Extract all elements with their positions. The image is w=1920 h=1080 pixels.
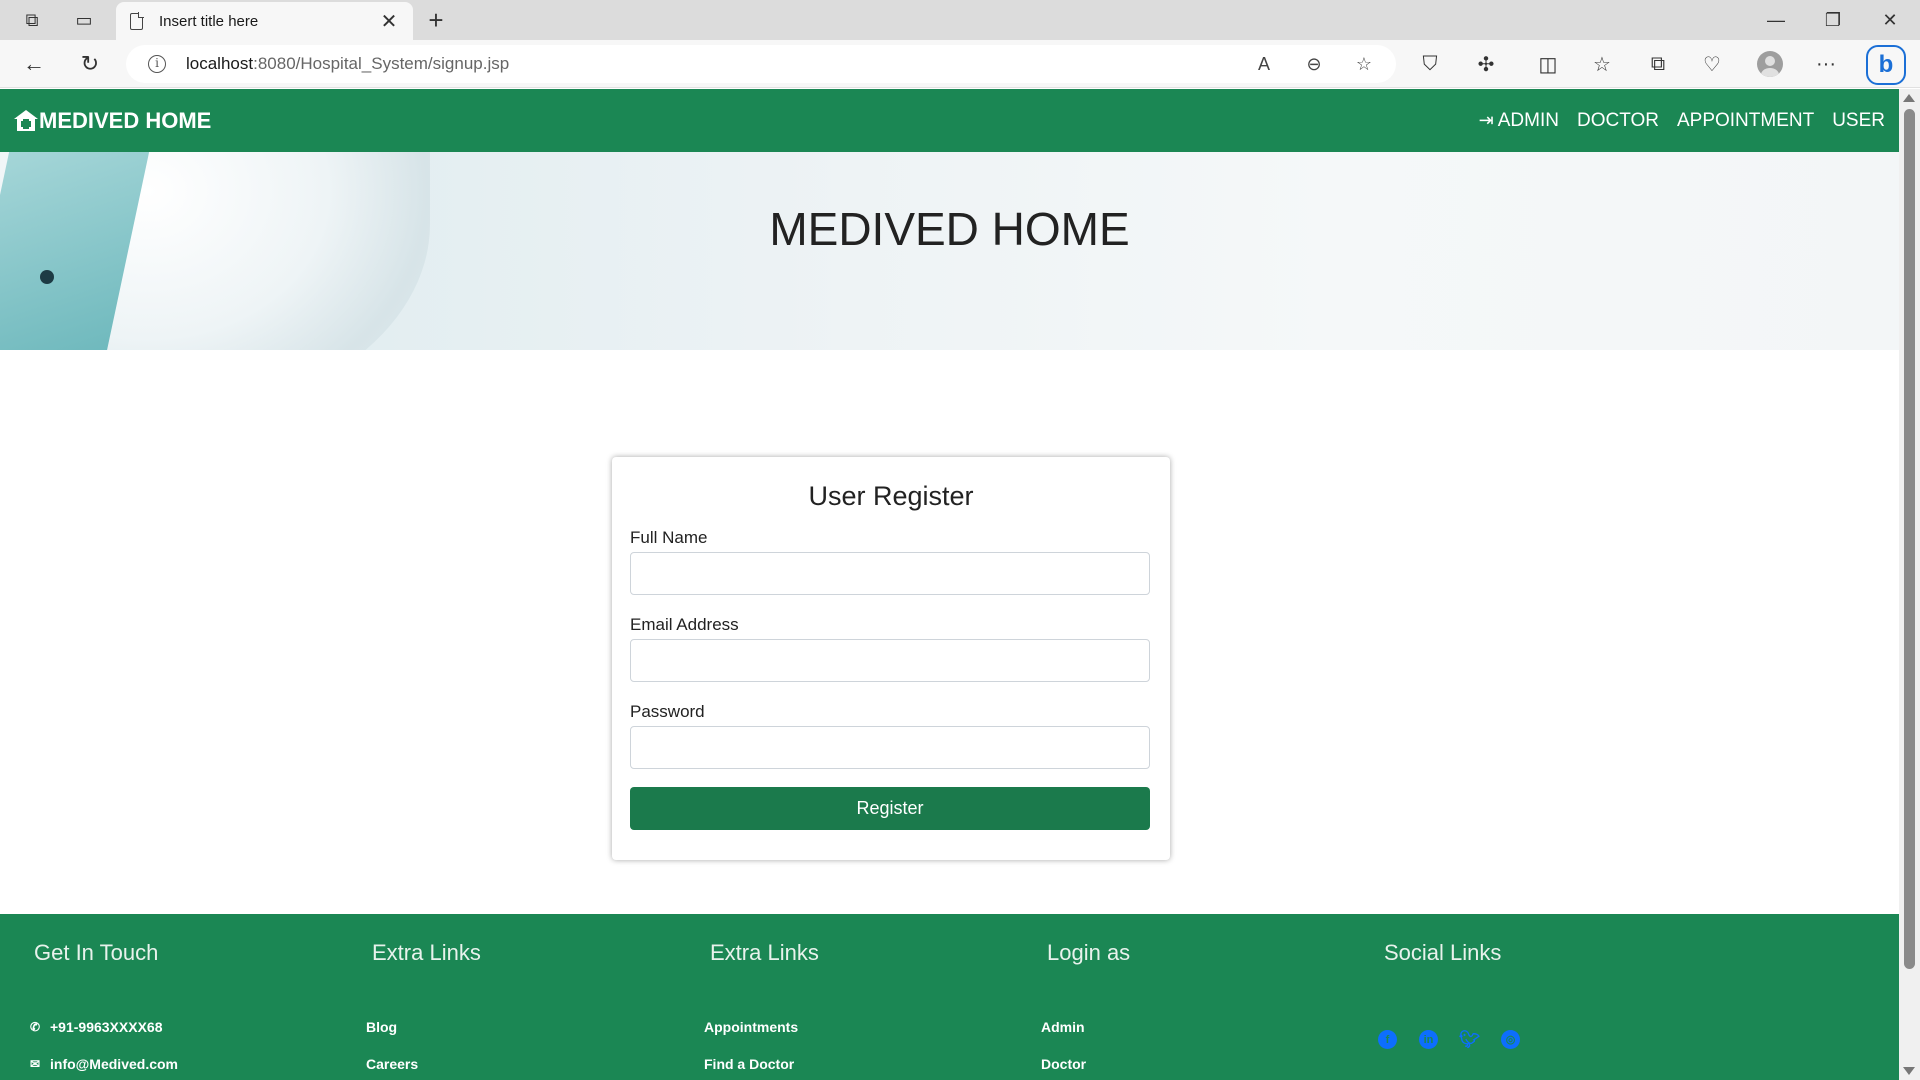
register-button[interactable]: Register bbox=[630, 787, 1150, 830]
restore-button[interactable]: ❐ bbox=[1805, 0, 1861, 40]
extensions-icon[interactable]: ✣ bbox=[1466, 48, 1506, 80]
nav-doctor-link[interactable]: DOCTOR bbox=[1577, 110, 1659, 132]
info-icon[interactable]: i bbox=[148, 55, 166, 73]
browser-tab-bar: ⧉ ▭ Insert title here ✕ + — ❐ ✕ bbox=[0, 0, 1920, 40]
page-icon bbox=[130, 11, 144, 30]
nav-appointment-link[interactable]: APPOINTMENT bbox=[1677, 110, 1814, 132]
more-menu-icon[interactable]: ··· bbox=[1806, 48, 1846, 80]
sign-in-icon: ⇥ bbox=[1478, 110, 1494, 130]
bing-copilot-icon[interactable]: b bbox=[1866, 45, 1906, 85]
footer-heading-extra-links-1: Extra Links bbox=[372, 940, 481, 965]
page-scrollbar[interactable] bbox=[1899, 89, 1920, 1080]
footer-get-in-touch: Get In Touch ✆ +91-9963XXXX68 ✉ info@Med… bbox=[28, 914, 328, 1080]
nav-admin-label: ADMIN bbox=[1497, 109, 1559, 131]
phone-icon: ✆ bbox=[29, 1019, 41, 1034]
full-name-input[interactable] bbox=[630, 552, 1150, 595]
footer-link-careers[interactable]: Careers bbox=[366, 1045, 666, 1080]
nav-user-link[interactable]: USER bbox=[1832, 110, 1885, 132]
browser-toolbar: ← ↻ i localhost:8080/Hospital_System/sig… bbox=[0, 40, 1920, 88]
site-navbar: MEDIVED HOME ⇥ ADMIN DOCTOR APPOINTMENT … bbox=[0, 89, 1899, 152]
globe-icon[interactable]: ◎ bbox=[1501, 1030, 1520, 1049]
footer-link-appointments[interactable]: Appointments bbox=[704, 1008, 1004, 1045]
register-title: User Register bbox=[808, 481, 974, 511]
footer-link-doctor[interactable]: Doctor bbox=[1041, 1045, 1341, 1080]
footer-email-text: info@Medived.com bbox=[50, 1055, 178, 1072]
footer-extra-links-1: Extra Links Blog Careers bbox=[366, 914, 666, 1080]
back-button[interactable]: ← bbox=[16, 48, 52, 80]
hero-title: MEDIVED HOME bbox=[769, 203, 1130, 255]
footer-social-links: Social Links f in 🐦︎ ◎ bbox=[1378, 914, 1678, 1049]
footer-login-as: Login as Admin Doctor bbox=[1041, 914, 1341, 1080]
favorites-icon[interactable]: ☆ bbox=[1582, 48, 1622, 80]
footer-heading-extra-links-2: Extra Links bbox=[710, 940, 819, 965]
password-label: Password bbox=[630, 702, 705, 721]
email-label: Email Address bbox=[630, 615, 739, 634]
footer-heading-login-as: Login as bbox=[1047, 940, 1131, 965]
scroll-up-arrow[interactable] bbox=[1903, 94, 1915, 102]
split-screen-icon[interactable]: ◫ bbox=[1528, 48, 1568, 80]
brand-text: MEDIVED HOME bbox=[39, 107, 212, 133]
refresh-button[interactable]: ↻ bbox=[72, 48, 108, 80]
page-viewport: MEDIVED HOME ⇥ ADMIN DOCTOR APPOINTMENT … bbox=[0, 89, 1899, 1080]
favorite-star-icon[interactable]: ☆ bbox=[1350, 52, 1378, 76]
url-path: :8080/Hospital_System/signup.jsp bbox=[253, 54, 510, 73]
new-tab-button[interactable]: + bbox=[420, 4, 452, 36]
facebook-icon[interactable]: f bbox=[1378, 1030, 1397, 1049]
password-input[interactable] bbox=[630, 726, 1150, 769]
footer-extra-links-2: Extra Links Appointments Find a Doctor bbox=[704, 914, 1004, 1080]
tab-title: Insert title here bbox=[159, 12, 259, 30]
close-window-button[interactable]: ✕ bbox=[1862, 0, 1918, 40]
register-card: User Register Full Name Email Address Pa… bbox=[612, 457, 1170, 860]
twitter-icon[interactable]: 🐦︎ bbox=[1459, 1030, 1481, 1049]
footer-heading-social: Social Links bbox=[1384, 940, 1502, 965]
performance-icon[interactable]: ♡ bbox=[1692, 48, 1732, 80]
footer-link-find-doctor[interactable]: Find a Doctor bbox=[704, 1045, 1004, 1080]
avatar-icon bbox=[1757, 51, 1783, 77]
address-bar[interactable]: i localhost:8080/Hospital_System/signup.… bbox=[126, 45, 1396, 83]
full-name-label: Full Name bbox=[630, 528, 708, 547]
brand-link[interactable]: MEDIVED HOME bbox=[14, 108, 211, 134]
minimize-button[interactable]: — bbox=[1748, 0, 1804, 40]
email-group: Email Address bbox=[630, 615, 1152, 682]
password-group: Password bbox=[630, 702, 1152, 769]
tab-actions-icon[interactable]: ▭ bbox=[64, 4, 104, 36]
workspaces-icon[interactable]: ⧉ bbox=[12, 4, 52, 36]
hero-banner: MEDIVED HOME bbox=[0, 152, 1899, 350]
footer-phone-text: +91-9963XXXX68 bbox=[50, 1018, 163, 1035]
url-host: localhost bbox=[186, 54, 254, 73]
shield-icon[interactable]: ⛉ bbox=[1410, 48, 1450, 80]
profile-button[interactable] bbox=[1750, 48, 1790, 80]
nav-links: ⇥ ADMIN DOCTOR APPOINTMENT USER bbox=[1479, 110, 1885, 132]
close-tab-icon[interactable]: ✕ bbox=[379, 9, 399, 34]
footer-heading-get-in-touch: Get In Touch bbox=[34, 940, 159, 965]
footer-phone[interactable]: ✆ +91-9963XXXX68 bbox=[28, 1008, 328, 1045]
footer-link-admin[interactable]: Admin bbox=[1041, 1008, 1341, 1045]
collections-icon[interactable]: ⧉ bbox=[1638, 48, 1678, 80]
hospital-icon bbox=[14, 109, 38, 132]
scroll-down-arrow[interactable] bbox=[1903, 1067, 1915, 1075]
footer-email[interactable]: ✉ info@Medived.com bbox=[28, 1045, 328, 1080]
site-footer: Get In Touch ✆ +91-9963XXXX68 ✉ info@Med… bbox=[0, 914, 1899, 1080]
linkedin-icon[interactable]: in bbox=[1419, 1030, 1438, 1049]
scrollbar-thumb[interactable] bbox=[1904, 109, 1915, 969]
nav-admin-link[interactable]: ⇥ ADMIN bbox=[1479, 110, 1559, 132]
full-name-group: Full Name bbox=[630, 528, 1152, 595]
browser-tab[interactable]: Insert title here ✕ bbox=[116, 2, 413, 40]
email-input[interactable] bbox=[630, 639, 1150, 682]
social-icons: f in 🐦︎ ◎ bbox=[1378, 1030, 1678, 1049]
envelope-icon: ✉ bbox=[29, 1056, 41, 1071]
read-aloud-icon[interactable]: A bbox=[1250, 52, 1278, 76]
zoom-out-icon[interactable]: ⊖ bbox=[1300, 52, 1328, 76]
footer-link-blog[interactable]: Blog bbox=[366, 1008, 666, 1045]
